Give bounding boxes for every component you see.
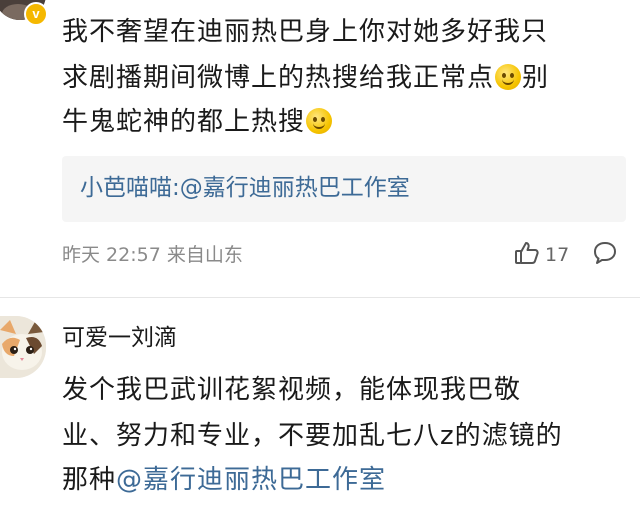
like-count: 17 <box>545 244 570 266</box>
comment-username[interactable]: 可爱一刘滴 <box>62 322 177 354</box>
comment-timestamp: 昨天 22:57 来自山东 <box>62 244 243 266</box>
comment-text-segment: 别 <box>522 63 550 93</box>
comment-text-line: 牛鬼蛇神的都上热搜 <box>62 104 333 140</box>
comment-text-segment: 求剧播期间微博上的热搜给我正常点 <box>62 63 495 93</box>
comment-text-segment: 牛鬼蛇神的都上热搜 <box>62 107 306 137</box>
comment-text-segment: 那种 <box>62 465 117 495</box>
smile-emoji-icon <box>306 108 333 134</box>
reply-mention[interactable]: @嘉行迪丽热巴工作室 <box>180 175 410 201</box>
smile-emoji-icon <box>495 64 522 90</box>
comment-bubble-icon[interactable] <box>592 240 620 268</box>
comment-text-line: 那种@嘉行迪丽热巴工作室 <box>62 462 386 498</box>
thumbs-up-icon[interactable] <box>514 240 544 268</box>
avatar[interactable] <box>0 316 46 378</box>
reply-username[interactable]: 小芭喵喵: <box>80 175 180 201</box>
comment-text-line: 我不奢望在迪丽热巴身上你对她多好我只 <box>62 17 549 47</box>
reply-preview-text[interactable]: 小芭喵喵:@嘉行迪丽热巴工作室 <box>80 170 410 206</box>
comment-text-line: 业、努力和专业，不要加乱七八z的滤镜的 <box>62 421 563 451</box>
comment-divider <box>0 297 640 298</box>
comment-text-line: 求剧播期间微博上的热搜给我正常点别 <box>62 60 549 96</box>
verified-badge: v <box>24 2 48 26</box>
comment-mention[interactable]: @嘉行迪丽热巴工作室 <box>116 465 386 495</box>
comment-text-line: 发个我巴武训花絮视频，能体现我巴敬 <box>62 375 522 405</box>
